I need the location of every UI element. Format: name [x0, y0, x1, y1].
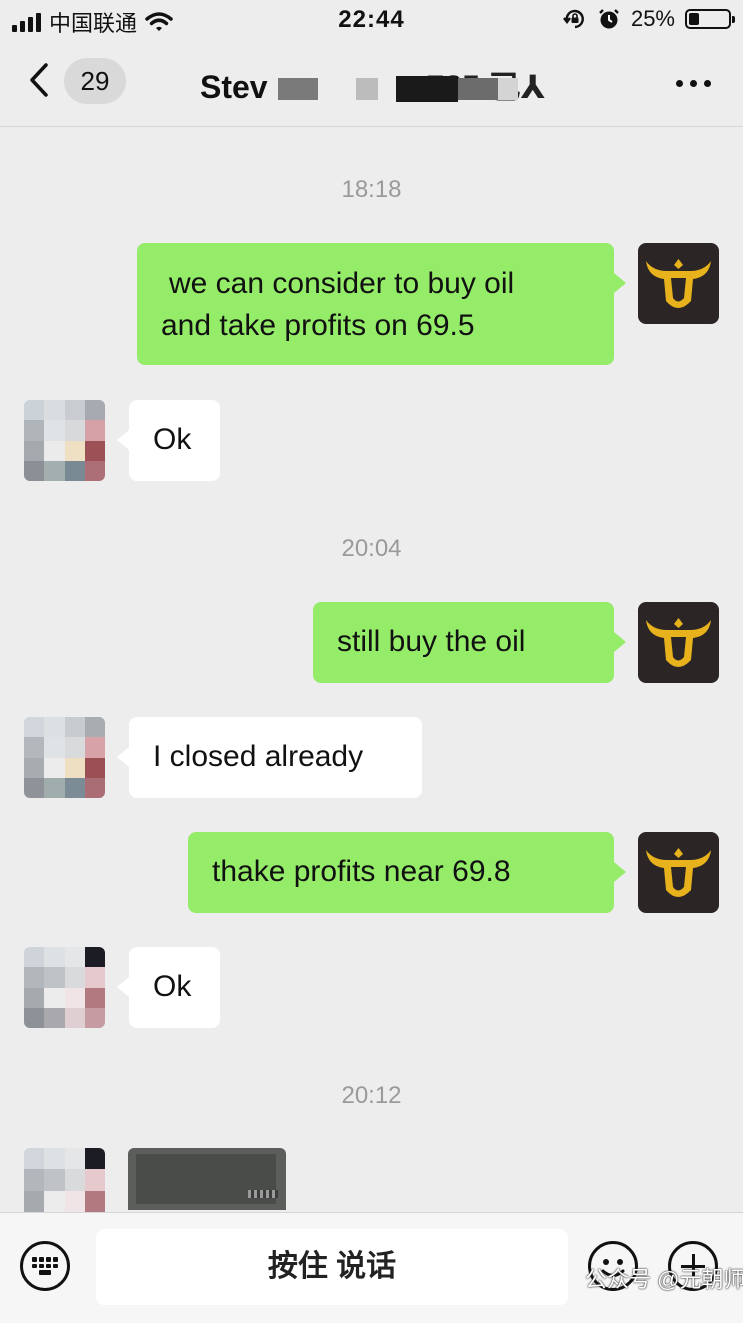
battery-percent: 25%	[630, 6, 675, 31]
battery-icon	[685, 9, 735, 29]
message-line: and take profits on 69.5	[161, 309, 475, 342]
message-text: Ok	[153, 423, 192, 456]
more-icon[interactable]	[676, 80, 711, 87]
message-line: we can consider to buy oil	[169, 267, 515, 300]
unread-count-badge[interactable]: 29	[64, 58, 126, 104]
bull-logo-icon	[646, 618, 711, 667]
message-text: I closed already	[153, 740, 364, 773]
back-chevron-icon[interactable]	[28, 62, 50, 98]
redaction-mosaic	[396, 76, 458, 102]
bull-logo-icon	[646, 259, 711, 308]
timestamp: 18:18	[341, 176, 402, 203]
my-avatar[interactable]	[638, 243, 719, 324]
my-avatar[interactable]	[638, 602, 719, 683]
status-right: 25%	[562, 6, 735, 32]
contact-avatar[interactable]	[24, 400, 105, 481]
contact-name-prefix: Stev	[200, 69, 268, 105]
hold-to-talk-button[interactable]: 按住 说话	[96, 1229, 568, 1305]
redaction-mosaic	[458, 78, 498, 100]
message-text: still buy the oil	[337, 625, 526, 658]
timestamp: 20:12	[341, 1082, 402, 1109]
bull-logo-icon	[646, 848, 711, 897]
alarm-icon	[599, 9, 619, 29]
chat-header: 29 Stev 725 已⅄	[0, 40, 743, 127]
redaction-mosaic	[498, 78, 518, 100]
status-bar: 中国联通 22:44 25%	[0, 0, 743, 40]
contact-avatar[interactable]	[24, 947, 105, 1028]
watermark: 公众号 @元朝师兄	[585, 1267, 743, 1292]
contact-avatar[interactable]	[24, 1148, 105, 1212]
my-avatar[interactable]	[638, 832, 719, 913]
message-text: thake profits near 69.8	[212, 855, 511, 888]
message-text: Ok	[153, 970, 192, 1003]
redaction-mosaic	[278, 78, 318, 100]
received-message-bubble[interactable]: I closed already	[117, 717, 422, 798]
rotation-lock-icon	[562, 9, 584, 29]
redaction-mosaic	[356, 78, 378, 100]
received-message-bubble[interactable]: Ok	[117, 400, 220, 481]
timestamp: 20:04	[341, 535, 402, 562]
contact-avatar[interactable]	[24, 717, 105, 798]
sent-message-bubble[interactable]: still buy the oil	[313, 602, 626, 683]
sent-message-bubble[interactable]: thake profits near 69.8	[188, 832, 626, 913]
received-message-bubble[interactable]: Ok	[117, 947, 220, 1028]
keyboard-icon[interactable]	[20, 1241, 70, 1291]
sent-message-bubble[interactable]: we can consider to buy oil and take prof…	[137, 243, 626, 365]
received-image-message[interactable]	[128, 1148, 286, 1210]
